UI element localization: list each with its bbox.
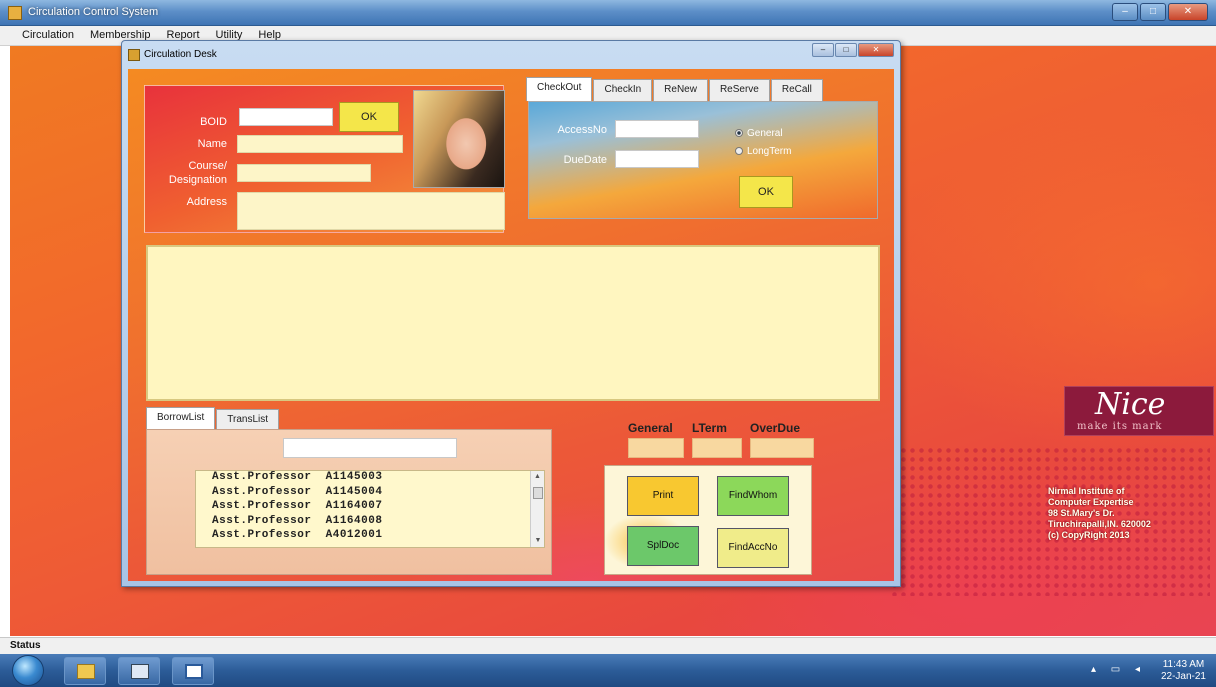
system-clock[interactable]: 11:43 AM 22-Jan-21 (1161, 659, 1206, 683)
institute-line: Tiruchirapalli,IN. 620002 (1048, 519, 1151, 529)
findaccno-button[interactable]: FindAccNo (717, 528, 789, 568)
radio-selected-indicator (735, 129, 743, 137)
tab-borrowlist[interactable]: BorrowList (146, 407, 216, 431)
address-label: Address (186, 196, 227, 208)
taskbar-window-button[interactable] (172, 657, 214, 685)
tab-checkout[interactable]: CheckOut (526, 77, 593, 101)
institute-line: Computer Expertise (1048, 497, 1134, 507)
boid-input[interactable] (239, 108, 333, 126)
logo-tagline: make its mark (1077, 421, 1163, 432)
duedate-input[interactable] (615, 150, 699, 168)
tab-checkin[interactable]: CheckIn (593, 79, 653, 101)
tab-renew[interactable]: ReNew (653, 79, 708, 101)
radio-indicator (735, 147, 743, 155)
institute-line: Nirmal Institute of (1048, 486, 1125, 496)
window-icon (128, 49, 140, 61)
window-client-area: BOID OK Name Course/ Designation Address… (128, 69, 894, 581)
checkout-panel: AccessNo DueDate General LongTerm OK (528, 101, 878, 219)
institute-info: Nirmal Institute of Computer Expertise 9… (1048, 486, 1151, 541)
tab-translist[interactable]: TransList (216, 409, 280, 431)
clock-time: 11:43 AM (1162, 659, 1205, 670)
institute-line: (c) CopyRight 2013 (1048, 530, 1130, 540)
menu-circulation[interactable]: Circulation (14, 26, 82, 45)
general-count-label: General (628, 421, 673, 435)
maximize-button[interactable]: □ (1140, 3, 1166, 21)
boid-label: BOID (200, 116, 227, 128)
taskbar-app-button[interactable] (118, 657, 160, 685)
app-title: Circulation Control System (28, 6, 159, 18)
child-window-controls: – □ ✕ (812, 43, 894, 57)
list-item[interactable]: Asst.Professor A1145004 (196, 486, 544, 501)
name-field[interactable] (237, 135, 403, 153)
app-title-bar: Circulation Control System – □ ✕ (0, 0, 1216, 26)
tab-reserve[interactable]: ReServe (708, 79, 770, 101)
taskbar-explorer-button[interactable] (64, 657, 106, 685)
minimize-button[interactable]: – (1112, 3, 1138, 21)
transaction-tabs: CheckOut CheckIn ReNew ReServe ReCall (526, 77, 823, 101)
borrower-panel: BOID OK Name Course/ Designation Address (144, 85, 505, 233)
radio-longterm[interactable]: LongTerm (735, 146, 791, 157)
accessno-input[interactable] (615, 120, 699, 138)
borrowlist-filter-input[interactable] (283, 438, 457, 458)
print-button[interactable]: Print (627, 476, 699, 516)
nice-logo: Nice make its mark (1064, 386, 1214, 436)
close-button[interactable]: ✕ (1168, 3, 1208, 21)
status-bar: Status (0, 637, 1216, 654)
window-icon (185, 664, 203, 679)
spldoc-button[interactable]: SplDoc (627, 526, 699, 566)
radio-longterm-label: LongTerm (747, 146, 792, 157)
tray-icons[interactable]: ▴ ▭ ◂ (1091, 664, 1146, 675)
borrow-listbox[interactable]: Asst.Professor A1145003 Asst.Professor A… (195, 470, 545, 548)
boid-ok-button[interactable]: OK (339, 102, 399, 132)
child-maximize-button[interactable]: □ (835, 43, 857, 57)
general-count-box (628, 438, 684, 458)
child-minimize-button[interactable]: – (812, 43, 834, 57)
accessno-label: AccessNo (557, 124, 607, 136)
lterm-count-label: LTerm (692, 421, 727, 435)
child-close-button[interactable]: ✕ (858, 43, 894, 57)
checkout-ok-button[interactable]: OK (739, 176, 793, 208)
window-controls: – □ ✕ (1112, 3, 1208, 21)
findwhom-button[interactable]: FindWhom (717, 476, 789, 516)
child-title: Circulation Desk (144, 49, 217, 60)
form-icon (131, 664, 149, 679)
borrower-photo (413, 90, 505, 188)
radio-general[interactable]: General (735, 128, 783, 139)
scroll-up-icon[interactable]: ▲ (531, 471, 544, 483)
scroll-down-icon[interactable]: ▼ (531, 535, 545, 547)
clock-date: 22-Jan-21 (1160, 671, 1206, 682)
status-label: Status (10, 640, 41, 651)
list-item[interactable]: Asst.Professor A1164008 (196, 515, 544, 530)
name-label: Name (197, 138, 227, 150)
borrowlist-panel: Asst.Professor A1145003 Asst.Professor A… (146, 429, 552, 575)
tab-recall[interactable]: ReCall (770, 79, 823, 101)
duedate-label: DueDate (563, 154, 607, 166)
overdue-count-box (750, 438, 814, 458)
overdue-count-label: OverDue (750, 421, 801, 435)
course-label: Course/ (188, 160, 227, 172)
scroll-thumb[interactable] (533, 487, 543, 499)
list-item[interactable]: Asst.Professor A1164007 (196, 500, 544, 515)
address-field[interactable] (237, 192, 505, 230)
list-tabs: BorrowList TransList (146, 407, 280, 431)
institute-line: 98 St.Mary's Dr. (1048, 508, 1115, 518)
list-item[interactable]: Asst.Professor A4012001 (196, 529, 544, 544)
folder-icon (77, 664, 95, 679)
taskbar: ▴ ▭ ◂ 11:43 AM 22-Jan-21 (0, 654, 1216, 687)
designation-label: Designation (168, 174, 227, 186)
list-item[interactable]: Asst.Professor A1145003 (196, 471, 544, 486)
actions-panel: Print FindWhom SplDoc FindAccNo (604, 465, 812, 575)
details-pane (146, 245, 880, 401)
list-scrollbar[interactable]: ▲ ▼ (530, 471, 544, 547)
circulation-desk-window: Circulation Desk – □ ✕ BOID OK Name Cour… (121, 40, 901, 587)
start-button[interactable] (12, 655, 44, 686)
app-icon (8, 6, 22, 20)
course-designation-field[interactable] (237, 164, 371, 182)
logo-word: Nice (1095, 387, 1166, 422)
lterm-count-box (692, 438, 742, 458)
radio-general-label: General (747, 128, 783, 139)
